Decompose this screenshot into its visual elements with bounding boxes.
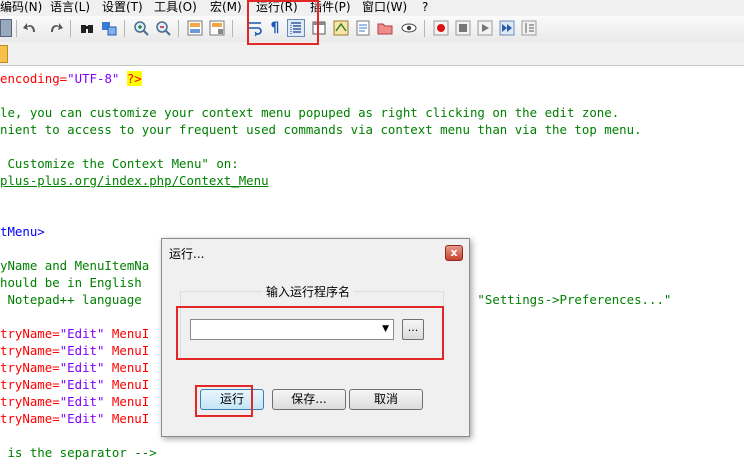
toolbar-separator — [178, 20, 179, 37]
undo-icon[interactable] — [22, 19, 40, 37]
code-token: "Edit" — [59, 360, 105, 375]
code-line: tryName="Edit" MenuI — [0, 393, 149, 410]
run-dialog: 运行... x 输入运行程序名 ▼ ... 运行 保存... 取消 — [161, 238, 470, 437]
code-line: is the separator --> — [0, 444, 157, 461]
code-token: nient to access to your frequent used co… — [0, 122, 642, 137]
save-button[interactable]: 保存... — [272, 389, 346, 410]
redo-icon[interactable] — [46, 19, 64, 37]
code-token: "Edit" — [59, 326, 105, 341]
code-token: tryName= — [0, 343, 60, 358]
menu-macro[interactable]: 宏(M) — [210, 0, 242, 15]
save-macro-icon[interactable] — [520, 19, 538, 37]
find-icon[interactable] — [78, 19, 96, 37]
record-macro-icon[interactable] — [432, 19, 450, 37]
code-token: plus-plus.org/index.php/Context_Menu — [0, 173, 269, 188]
toolbar-separator — [424, 20, 425, 37]
code-token: yName and MenuItemNa — [0, 258, 150, 273]
code-token: tMenu> — [0, 224, 45, 239]
dialog-title: 运行... — [169, 247, 205, 261]
code-token: MenuI — [104, 411, 150, 426]
code-token: "Edit" — [59, 394, 105, 409]
code-token: Notepad++ language — [0, 292, 150, 307]
folder-workspace-icon[interactable] — [376, 19, 394, 37]
code-token: ?> — [126, 71, 142, 86]
toolbar-separator — [16, 20, 17, 37]
code-token: tryName= — [0, 360, 60, 375]
run-macro-multiple-icon[interactable] — [498, 19, 516, 37]
highlight-run-button — [195, 385, 253, 417]
code-token: hould be in English — [0, 275, 142, 290]
code-token: tryName= — [0, 326, 60, 341]
menu-help[interactable]: ? — [422, 0, 428, 15]
replace-icon[interactable] — [100, 19, 118, 37]
code-line: tryName="Edit" MenuI — [0, 410, 149, 427]
tab-strip — [0, 42, 744, 66]
sync-horizontal-icon[interactable] — [208, 19, 226, 37]
code-token: MenuI — [104, 377, 150, 392]
zoom-in-icon[interactable] — [132, 19, 150, 37]
code-token: tryName= — [0, 411, 60, 426]
menu-encoding[interactable]: 编码(N) — [0, 0, 42, 15]
toolbar-separator — [70, 20, 71, 37]
program-group-label: 输入运行程序名 — [262, 283, 355, 300]
code-line: tryName="Edit" MenuI — [0, 325, 149, 342]
code-line: yName and MenuItemNa — [0, 257, 149, 274]
code-token: "Edit" — [59, 411, 105, 426]
save-all-icon[interactable] — [0, 19, 12, 37]
code-line: encoding="UTF-8" ?> — [0, 70, 142, 87]
close-icon: x — [450, 246, 458, 259]
cancel-button[interactable]: 取消 — [349, 389, 423, 410]
zoom-out-icon[interactable] — [154, 19, 172, 37]
code-token: "Edit" — [59, 343, 105, 358]
toolbar-separator — [232, 20, 233, 37]
code-token: MenuI — [104, 394, 150, 409]
play-macro-icon[interactable] — [476, 19, 494, 37]
code-token: encoding= — [0, 71, 68, 86]
code-token: MenuI — [104, 326, 150, 341]
code-token: "Edit" — [59, 377, 105, 392]
code-line: nient to access to your frequent used co… — [0, 121, 642, 138]
monitoring-icon[interactable] — [400, 19, 418, 37]
toolbar: ¶ — [0, 16, 744, 42]
code-line: tryName="Edit" MenuI — [0, 376, 149, 393]
menu-bar: 编码(N) 语言(L) 设置(T) 工具(O) 宏(M) 运行(R) 插件(P)… — [0, 0, 744, 16]
code-line: Customize the Context Menu" on: — [0, 155, 239, 172]
code-line: le, you can customize your context menu … — [0, 104, 619, 121]
code-token: "UTF-8" — [67, 71, 120, 86]
toolbar-separator — [124, 20, 125, 37]
code-token: le, you can customize your context menu … — [0, 105, 620, 120]
highlight-run-menu — [247, 0, 319, 45]
code-token: tryName= — [0, 377, 60, 392]
code-line: hould be in English — [0, 274, 142, 291]
code-token: MenuI — [104, 360, 150, 375]
stop-macro-icon[interactable] — [454, 19, 472, 37]
function-list-icon[interactable] — [354, 19, 372, 37]
code-token: MenuI — [104, 343, 150, 358]
sync-vertical-icon[interactable] — [186, 19, 204, 37]
code-line: tryName="Edit" MenuI — [0, 342, 149, 359]
code-line: tMenu> — [0, 223, 45, 240]
menu-tools[interactable]: 工具(O) — [154, 0, 197, 15]
menu-window[interactable]: 窗口(W) — [362, 0, 407, 15]
menu-language[interactable]: 语言(L) — [50, 0, 90, 15]
code-token: Customize the Context Menu" on: — [0, 156, 239, 171]
code-line: plus-plus.org/index.php/Context_Menu — [0, 172, 269, 189]
doc-map-icon[interactable] — [332, 19, 350, 37]
code-token: is the separator --> — [0, 445, 157, 460]
menu-settings[interactable]: 设置(T) — [102, 0, 143, 15]
highlight-program-input — [176, 306, 444, 360]
code-token: tryName= — [0, 394, 60, 409]
close-button[interactable]: x — [445, 245, 463, 261]
code-line: tryName="Edit" MenuI — [0, 359, 149, 376]
file-tab[interactable] — [0, 45, 8, 63]
